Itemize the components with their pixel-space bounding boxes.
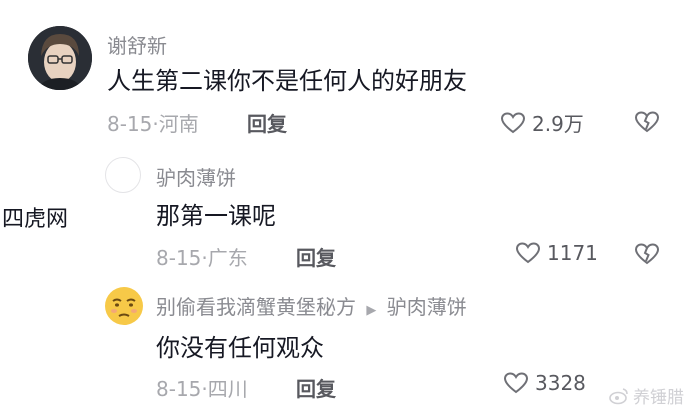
comment-author[interactable]: 谢舒新	[107, 30, 167, 59]
comment-text: 那第一课呢	[156, 202, 276, 230]
author-name[interactable]: 别偷看我滴蟹黄堡秘方	[156, 295, 356, 319]
comment-location: 河南	[158, 112, 199, 136]
heart-icon	[503, 372, 529, 394]
comment-meta: 8-15·四川	[156, 373, 248, 402]
like-button[interactable]: 3328	[503, 371, 586, 395]
avatar[interactable]	[104, 286, 144, 326]
reply-arrow-icon: ▶	[366, 303, 377, 318]
reply-button[interactable]: 回复	[296, 242, 336, 271]
heart-icon	[515, 242, 541, 264]
comment-1: 谢舒新 人生第二课你不是任何人的好朋友 8-15·河南 回复 2.9万	[0, 0, 690, 140]
comment-date: 8-15	[156, 377, 202, 401]
like-button[interactable]: 1171	[515, 241, 598, 265]
comment-date: 8-15	[107, 112, 153, 136]
avatar[interactable]	[105, 157, 141, 193]
comment-text: 你没有任何观众	[156, 334, 324, 362]
reply-to-name[interactable]: 驴肉薄饼	[387, 295, 467, 319]
reply-button[interactable]: 回复	[296, 373, 336, 402]
comment-meta: 8-15·广东	[156, 242, 248, 271]
user-photo-icon	[28, 26, 92, 90]
comment-3: 别偷看我滴蟹黄堡秘方 ▶ 驴肉薄饼 你没有任何观众 8-15·四川 回复 332…	[0, 275, 690, 413]
dislike-heart-icon	[634, 243, 660, 265]
like-count: 1171	[547, 241, 598, 265]
heart-icon	[500, 111, 526, 133]
watermark-left: 四虎网	[0, 201, 80, 233]
dislike-button[interactable]	[634, 242, 660, 270]
dislike-button[interactable]	[634, 110, 660, 138]
avatar[interactable]	[28, 26, 92, 90]
comment-2: 驴肉薄饼 那第一课呢 8-15·广东 回复 1171	[0, 140, 690, 275]
comment-author: 别偷看我滴蟹黄堡秘方 ▶ 驴肉薄饼	[156, 291, 467, 320]
comment-author[interactable]: 驴肉薄饼	[156, 162, 236, 191]
like-button[interactable]: 2.9万	[500, 108, 584, 137]
weibo-icon	[609, 387, 628, 404]
comment-meta: 8-15·河南	[107, 108, 199, 137]
like-count: 3328	[535, 371, 586, 395]
dislike-heart-icon	[634, 111, 660, 133]
comment-text: 人生第二课你不是任何人的好朋友	[107, 67, 467, 95]
comment-date: 8-15	[156, 246, 202, 270]
watermark-right-text: 养锤腊	[633, 388, 684, 408]
comment-location: 广东	[207, 246, 248, 270]
watermark-right: 养锤腊	[609, 383, 684, 408]
emoji-avatar-icon	[105, 287, 143, 325]
comment-location: 四川	[207, 377, 248, 401]
reply-button[interactable]: 回复	[247, 108, 287, 137]
like-count: 2.9万	[532, 112, 584, 136]
